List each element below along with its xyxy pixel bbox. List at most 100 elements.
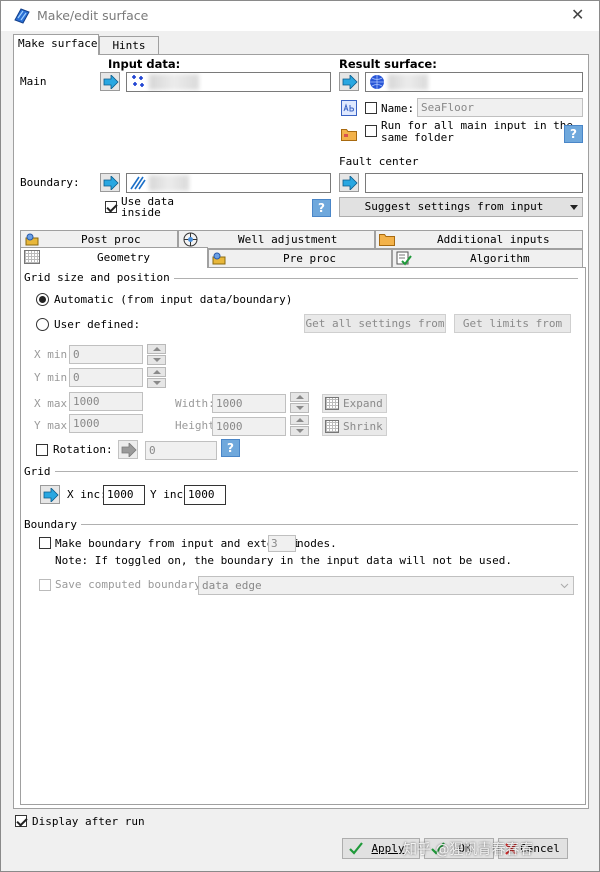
name-label: Name: [381,102,415,115]
post-proc-icon [25,233,39,246]
xmax-field[interactable]: 1000 [69,392,143,411]
save-boundary-label: Save computed boundary fo [55,578,221,591]
display-after-run-label: Display after run [32,815,145,828]
arrow-right-icon [103,176,119,190]
xmin-label: X min: [34,348,74,361]
rotation-help-button[interactable]: ? [221,439,240,457]
dialog-body: Make surface Hints Input data: Main Resu… [1,31,599,871]
suggest-settings-button[interactable]: Suggest settings from input [339,197,583,217]
tab-geometry[interactable]: Geometry [20,247,208,268]
grid-inc-arrow-button[interactable] [40,485,60,504]
save-boundary-checkbox[interactable] [39,579,51,591]
xmin-spinner[interactable] [147,344,166,365]
watermark: 知乎 @猩帆青春春春 [403,842,534,858]
fault-center-arrow-button[interactable] [339,173,359,192]
boundary-input-field[interactable] [126,173,331,193]
result-surface-header: Result surface: [339,57,437,71]
use-data-inside-checkbox[interactable] [105,201,117,213]
name-field[interactable]: SeaFloor [417,98,583,117]
tab-geometry-label: Geometry [97,251,150,264]
tab-algorithm[interactable]: Algorithm [392,249,583,268]
arrow-right-icon [43,488,59,502]
expand-label: Expand [343,397,383,410]
shrink-label: Shrink [343,420,383,433]
suggest-settings-label: Suggest settings from input [364,200,544,213]
rotation-arrow-button[interactable] [118,440,138,459]
abc-text-icon [341,100,357,116]
xmin-field[interactable]: 0 [69,345,143,364]
make-boundary-checkbox[interactable] [39,537,51,549]
run-for-all-help-button[interactable]: ? [564,125,583,143]
height-spinner[interactable] [290,415,309,436]
point-data-icon [132,75,144,87]
checkmark-icon [349,842,363,855]
well-adjustment-icon [183,232,198,247]
automatic-radio[interactable] [36,293,49,306]
redacted-boundary-name [149,175,189,191]
rotation-field[interactable]: 0 [145,441,217,460]
extend-nodes-field[interactable]: 3 [268,535,296,552]
nodes-label: nodes. [297,537,337,550]
ymin-field[interactable]: 0 [69,368,143,387]
arrow-right-icon [103,75,119,89]
tab-additional-inputs-label: Additional inputs [437,233,550,246]
main-input-arrow-button[interactable] [100,72,120,91]
tab-pre-proc[interactable]: Pre proc [208,249,392,268]
ymax-field[interactable]: 1000 [69,414,143,433]
make-edit-surface-dialog: Make/edit surface ✕ Make surface Hints I… [0,0,600,872]
dropdown-arrow-icon [570,205,578,210]
grid-divider [25,471,578,472]
height-field[interactable]: 1000 [212,417,286,436]
expand-button[interactable]: Expand [322,394,387,413]
window-title: Make/edit surface [37,8,149,23]
tab-pre-proc-label: Pre proc [283,252,336,265]
automatic-label: Automatic (from input data/boundary) [54,293,293,306]
tab-algorithm-label: Algorithm [470,252,530,265]
get-all-settings-button[interactable]: Get all settings from [304,314,446,333]
boundary-note: Note: If toggled on, the boundary in the… [55,554,512,567]
main-input-field[interactable] [126,72,331,92]
geometry-panel: Grid size and position Automatic (from i… [20,267,586,805]
boundary-arrow-button[interactable] [100,173,120,192]
user-defined-radio[interactable] [36,318,49,331]
title-bar: Make/edit surface ✕ [1,1,599,31]
close-icon[interactable]: ✕ [571,5,584,24]
user-defined-label: User defined: [54,318,141,331]
tab-hints[interactable]: Hints [99,36,159,55]
rotation-label: Rotation: [53,443,113,456]
name-checkbox[interactable] [365,102,377,114]
expand-grid-icon [325,397,339,410]
pre-proc-icon [212,252,226,265]
rotation-checkbox[interactable] [36,444,48,456]
save-boundary-select[interactable]: data edge [198,576,574,595]
yinc-field[interactable]: 1000 [184,485,226,505]
fault-center-field[interactable] [365,173,583,193]
result-arrow-button[interactable] [339,72,359,91]
ymin-spinner[interactable] [147,367,166,388]
xinc-field[interactable]: 1000 [103,485,145,505]
tab-additional-inputs[interactable]: Additional inputs [375,230,583,249]
result-surface-field[interactable] [365,72,583,92]
ymin-label: Y min: [34,371,74,384]
get-limits-button[interactable]: Get limits from [454,314,571,333]
use-data-inside-label-line2: inside [121,206,161,219]
polygon-boundary-icon [130,176,146,190]
folder-icon [341,129,357,141]
shrink-button[interactable]: Shrink [322,417,387,436]
width-field[interactable]: 1000 [212,394,286,413]
grid-size-section-title: Grid size and position [24,271,174,284]
grid-geometry-icon [24,250,40,264]
tab-make-surface[interactable]: Make surface [13,34,99,55]
boundary-label: Boundary: [20,176,80,189]
width-spinner[interactable] [290,392,309,413]
run-for-all-checkbox[interactable] [365,125,377,137]
xinc-label: X inc: [67,488,107,501]
input-data-header: Input data: [108,57,181,71]
boundary-divider [25,524,578,525]
ymax-label: Y max: [34,419,74,432]
save-boundary-select-value: data edge [202,579,262,592]
use-data-help-button[interactable]: ? [312,199,331,217]
redacted-result-name [388,74,428,90]
display-after-run-checkbox[interactable] [15,815,27,827]
tab-well-adjustment-label: Well adjustment [238,233,338,246]
